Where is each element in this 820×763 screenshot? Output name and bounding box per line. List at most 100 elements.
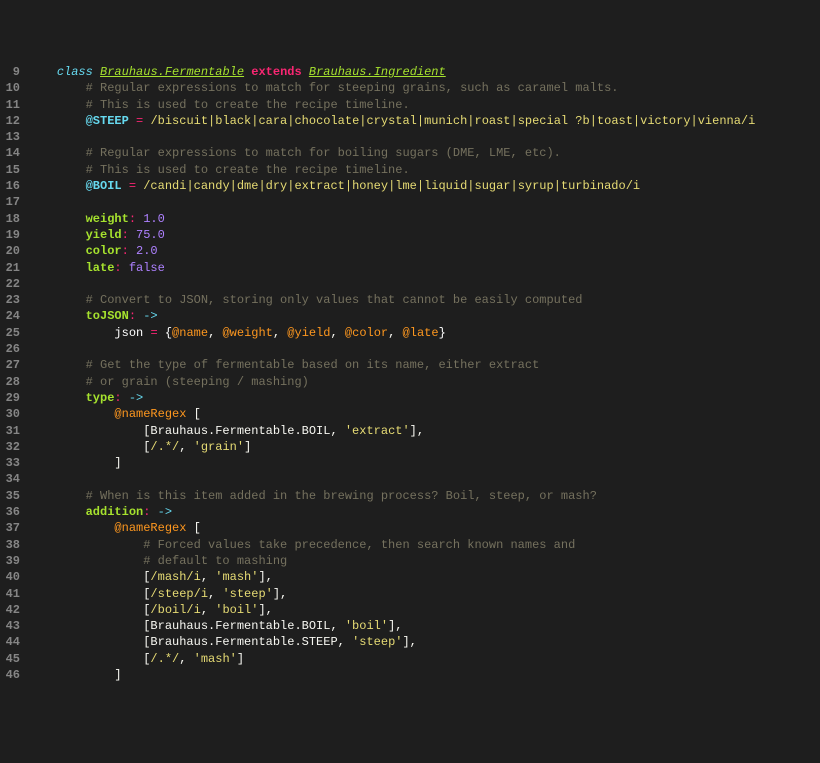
code-line[interactable]: 21 late: false bbox=[0, 260, 820, 276]
code-line[interactable]: 41 [/steep/i, 'steep'], bbox=[0, 586, 820, 602]
code-content[interactable]: # default to mashing bbox=[28, 553, 820, 569]
code-line[interactable]: 14 # Regular expressions to match for bo… bbox=[0, 145, 820, 161]
code-content[interactable]: late: false bbox=[28, 260, 820, 276]
token-regex: /.*/ bbox=[150, 440, 179, 454]
code-line[interactable]: 35 # When is this item added in the brew… bbox=[0, 488, 820, 504]
code-line[interactable]: 42 [/boil/i, 'boil'], bbox=[0, 602, 820, 618]
code-content[interactable]: [Brauhaus.Fermentable.BOIL, 'boil'], bbox=[28, 618, 820, 634]
code-content[interactable]: [/.*/, 'grain'] bbox=[28, 439, 820, 455]
code-content[interactable]: addition: -> bbox=[28, 504, 820, 520]
token-plain: , bbox=[179, 652, 193, 666]
token-colon: : bbox=[129, 212, 136, 226]
token-plain bbox=[28, 521, 114, 535]
code-line[interactable]: 44 [Brauhaus.Fermentable.STEEP, 'steep']… bbox=[0, 634, 820, 650]
code-line[interactable]: 12 @STEEP = /biscuit|black|cara|chocolat… bbox=[0, 113, 820, 129]
code-line[interactable]: 15 # This is used to create the recipe t… bbox=[0, 162, 820, 178]
token-atvar: @nameRegex bbox=[114, 521, 186, 535]
code-line[interactable]: 32 [/.*/, 'grain'] bbox=[0, 439, 820, 455]
code-content[interactable]: [/steep/i, 'steep'], bbox=[28, 586, 820, 602]
code-line[interactable]: 13 bbox=[0, 129, 820, 145]
code-line[interactable]: 34 bbox=[0, 471, 820, 487]
token-colon: : bbox=[114, 391, 121, 405]
code-content[interactable]: # Regular expressions to match for steep… bbox=[28, 80, 820, 96]
code-line[interactable]: 40 [/mash/i, 'mash'], bbox=[0, 569, 820, 585]
code-line[interactable]: 17 bbox=[0, 194, 820, 210]
code-content[interactable]: class Brauhaus.Fermentable extends Brauh… bbox=[28, 64, 820, 80]
code-line[interactable]: 11 # This is used to create the recipe t… bbox=[0, 97, 820, 113]
code-line[interactable]: 10 # Regular expressions to match for st… bbox=[0, 80, 820, 96]
code-content[interactable]: json = {@name, @weight, @yield, @color, … bbox=[28, 325, 820, 341]
token-atvar: @weight bbox=[222, 326, 272, 340]
code-line[interactable]: 38 # Forced values take precedence, then… bbox=[0, 537, 820, 553]
code-content[interactable]: weight: 1.0 bbox=[28, 211, 820, 227]
code-content[interactable]: @BOIL = /candi|candy|dme|dry|extract|hon… bbox=[28, 178, 820, 194]
token-plain bbox=[28, 570, 143, 584]
code-line[interactable]: 23 # Convert to JSON, storing only value… bbox=[0, 292, 820, 308]
code-content[interactable]: ] bbox=[28, 667, 820, 683]
code-content[interactable]: @STEEP = /biscuit|black|cara|chocolate|c… bbox=[28, 113, 820, 129]
token-comment: # default to mashing bbox=[143, 554, 287, 568]
code-line[interactable]: 36 addition: -> bbox=[0, 504, 820, 520]
code-line[interactable]: 22 bbox=[0, 276, 820, 292]
code-editor[interactable]: 9 class Brauhaus.Fermentable extends Bra… bbox=[0, 64, 820, 683]
code-content[interactable]: ] bbox=[28, 455, 820, 471]
code-line[interactable]: 31 [Brauhaus.Fermentable.BOIL, 'extract'… bbox=[0, 423, 820, 439]
token-propname: addition bbox=[86, 505, 144, 519]
code-line[interactable]: 18 weight: 1.0 bbox=[0, 211, 820, 227]
code-line[interactable]: 45 [/.*/, 'mash'] bbox=[0, 651, 820, 667]
code-content[interactable]: color: 2.0 bbox=[28, 243, 820, 259]
code-line[interactable]: 25 json = {@name, @weight, @yield, @colo… bbox=[0, 325, 820, 341]
line-number: 42 bbox=[0, 602, 28, 618]
code-content[interactable]: # Get the type of fermentable based on i… bbox=[28, 357, 820, 373]
code-line[interactable]: 29 type: -> bbox=[0, 390, 820, 406]
token-plain bbox=[28, 456, 114, 470]
token-plain: , bbox=[330, 619, 344, 633]
token-arrow: -> bbox=[129, 391, 143, 405]
token-string: 'grain' bbox=[194, 440, 244, 454]
code-content[interactable]: @nameRegex [ bbox=[28, 520, 820, 536]
code-line[interactable]: 33 ] bbox=[0, 455, 820, 471]
code-line[interactable]: 26 bbox=[0, 341, 820, 357]
code-line[interactable]: 39 # default to mashing bbox=[0, 553, 820, 569]
line-number: 17 bbox=[0, 194, 28, 210]
code-content[interactable]: [/.*/, 'mash'] bbox=[28, 651, 820, 667]
code-line[interactable]: 28 # or grain (steeping / mashing) bbox=[0, 374, 820, 390]
token-comment: # This is used to create the recipe time… bbox=[86, 163, 410, 177]
token-bracket: [ bbox=[143, 635, 150, 649]
code-line[interactable]: 19 yield: 75.0 bbox=[0, 227, 820, 243]
code-line[interactable]: 16 @BOIL = /candi|candy|dme|dry|extract|… bbox=[0, 178, 820, 194]
token-string: 'extract' bbox=[345, 424, 410, 438]
code-line[interactable]: 24 toJSON: -> bbox=[0, 308, 820, 324]
token-bracket: ], bbox=[402, 635, 416, 649]
code-line[interactable]: 27 # Get the type of fermentable based o… bbox=[0, 357, 820, 373]
code-content[interactable]: # This is used to create the recipe time… bbox=[28, 162, 820, 178]
code-content[interactable]: [Brauhaus.Fermentable.STEEP, 'steep'], bbox=[28, 634, 820, 650]
code-content[interactable]: # Regular expressions to match for boili… bbox=[28, 145, 820, 161]
code-line[interactable]: 30 @nameRegex [ bbox=[0, 406, 820, 422]
code-content[interactable]: @nameRegex [ bbox=[28, 406, 820, 422]
line-number: 39 bbox=[0, 553, 28, 569]
token-arrow: -> bbox=[143, 309, 157, 323]
code-line[interactable]: 46 ] bbox=[0, 667, 820, 683]
line-number: 11 bbox=[0, 97, 28, 113]
code-content[interactable]: [/mash/i, 'mash'], bbox=[28, 569, 820, 585]
token-regex: /candi|candy|dme|dry|extract|honey|lme|l… bbox=[143, 179, 640, 193]
code-content[interactable]: # Forced values take precedence, then se… bbox=[28, 537, 820, 553]
token-bracket: ], bbox=[258, 603, 272, 617]
code-content[interactable]: toJSON: -> bbox=[28, 308, 820, 324]
code-content[interactable]: yield: 75.0 bbox=[28, 227, 820, 243]
line-number: 36 bbox=[0, 504, 28, 520]
code-content[interactable]: # or grain (steeping / mashing) bbox=[28, 374, 820, 390]
code-line[interactable]: 37 @nameRegex [ bbox=[0, 520, 820, 536]
token-plain bbox=[28, 538, 143, 552]
code-content[interactable]: # Convert to JSON, storing only values t… bbox=[28, 292, 820, 308]
code-content[interactable]: # When is this item added in the brewing… bbox=[28, 488, 820, 504]
code-content[interactable]: type: -> bbox=[28, 390, 820, 406]
code-content[interactable]: [Brauhaus.Fermentable.BOIL, 'extract'], bbox=[28, 423, 820, 439]
code-content[interactable]: # This is used to create the recipe time… bbox=[28, 97, 820, 113]
code-line[interactable]: 20 color: 2.0 bbox=[0, 243, 820, 259]
token-plain bbox=[28, 619, 143, 633]
token-plain bbox=[158, 326, 165, 340]
code-content[interactable]: [/boil/i, 'boil'], bbox=[28, 602, 820, 618]
code-line[interactable]: 9 class Brauhaus.Fermentable extends Bra… bbox=[0, 64, 820, 80]
